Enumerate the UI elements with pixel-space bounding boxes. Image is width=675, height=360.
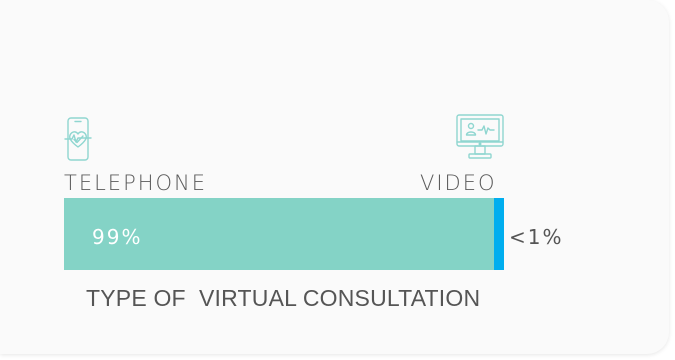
value-label-video: <1%: [509, 225, 564, 249]
monitor-telehealth-icon: [456, 114, 504, 159]
category-label-telephone: TELEPHONE: [64, 171, 208, 195]
chart-card: TELEPHONE VIDEO 99% <1% TYPE OF VIRTUAL …: [0, 0, 669, 354]
bar-segment-video: [494, 198, 504, 270]
x-axis-title: TYPE OF VIRTUAL CONSULTATION: [86, 285, 481, 311]
phone-heart-icon: [64, 117, 92, 161]
category-label-video: VIDEO: [420, 171, 497, 195]
value-label-telephone: 99%: [92, 225, 143, 249]
